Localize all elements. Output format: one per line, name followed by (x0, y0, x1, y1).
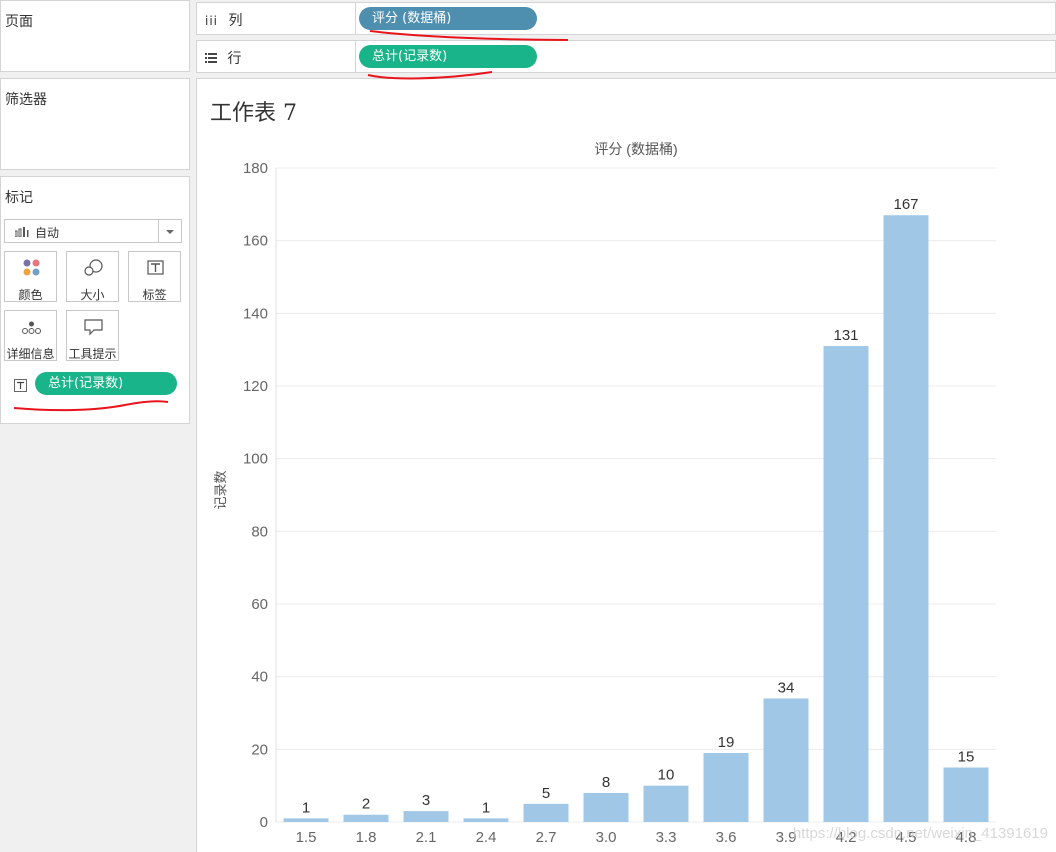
columns-shelf-header: iii 列 (205, 10, 242, 30)
filters-title: 筛选器 (5, 92, 47, 108)
watermark: https://blog.csdn.net/weixin_41391619 (793, 825, 1048, 842)
color-card[interactable]: 颜色 (4, 251, 57, 302)
y-tick-label: 40 (251, 669, 268, 686)
rows-shelf-header: 行 (205, 48, 241, 68)
y-tick-label: 100 (243, 451, 268, 468)
y-tick-label: 180 (243, 160, 268, 177)
columns-shelf[interactable]: iii 列 评分 (数据桶) (196, 2, 1056, 35)
bar (463, 818, 509, 822)
columns-pill[interactable]: 评分 (数据桶) (359, 7, 537, 30)
color-card-label: 颜色 (18, 288, 43, 302)
y-tick-label: 80 (251, 523, 268, 540)
y-tick-label: 120 (243, 378, 268, 395)
bar (523, 803, 569, 822)
bar-value-label: 2 (362, 796, 370, 813)
size-card[interactable]: 大小 (66, 251, 119, 302)
bar (403, 811, 449, 822)
chart-title: 评分 (数据桶) (594, 141, 677, 157)
y-tick-label: 60 (251, 596, 268, 613)
bar-chart-icon (14, 226, 29, 240)
bar-value-label: 167 (893, 196, 918, 213)
detail-card[interactable]: 详细信息 (4, 310, 57, 361)
filters-panel[interactable]: 筛选器 (0, 78, 190, 170)
rows-pill[interactable]: 总计(记录数) (359, 45, 537, 68)
detail-icon (5, 317, 56, 337)
x-tick-label: 2.4 (476, 829, 497, 846)
size-icon (67, 258, 118, 278)
label-card[interactable]: 标签 (128, 251, 181, 302)
bar-value-label: 10 (658, 767, 675, 784)
bar (763, 698, 809, 822)
bar-value-label: 1 (482, 799, 490, 816)
text-mark-icon (14, 377, 27, 396)
bar-value-label: 34 (778, 679, 795, 696)
rows-shelf[interactable]: 行 总计(记录数) (196, 40, 1056, 73)
size-card-label: 大小 (80, 288, 105, 302)
bar (343, 814, 389, 822)
x-tick-label: 1.5 (296, 829, 317, 846)
x-tick-label: 2.1 (416, 829, 437, 846)
label-card-label: 标签 (142, 288, 167, 302)
marks-title: 标记 (5, 190, 33, 206)
sheet-title: 工作表 7 (210, 101, 297, 126)
x-tick-label: 3.6 (716, 829, 737, 846)
bar (643, 785, 689, 822)
marks-label-pill[interactable]: 总计(记录数) (35, 372, 177, 395)
bar-value-label: 3 (422, 792, 430, 809)
columns-label: 列 (228, 13, 243, 29)
pages-title: 页面 (5, 14, 33, 30)
y-tick-label: 160 (243, 233, 268, 250)
bar-value-label: 1 (302, 799, 310, 816)
bar-value-label: 8 (602, 774, 610, 791)
bar-value-label: 15 (958, 749, 975, 766)
bar (823, 346, 869, 822)
bar (583, 792, 629, 822)
bar-value-label: 19 (718, 734, 735, 751)
color-icon (5, 258, 56, 278)
columns-icon: iii (205, 14, 219, 28)
bar-value-label: 5 (542, 785, 550, 802)
bar (943, 767, 989, 822)
y-axis-label: 记录数 (213, 470, 228, 509)
x-tick-label: 1.8 (356, 829, 377, 846)
bar (283, 818, 329, 822)
rows-icon (205, 51, 221, 67)
bar (703, 752, 749, 822)
x-tick-label: 3.0 (596, 829, 617, 846)
rows-label: 行 (227, 51, 242, 67)
y-tick-label: 20 (251, 741, 268, 758)
tooltip-card-label: 工具提示 (68, 347, 117, 361)
y-tick-label: 140 (243, 305, 268, 322)
mark-type-label: 自动 (35, 226, 60, 240)
pages-panel[interactable]: 页面 (0, 0, 190, 72)
x-tick-label: 2.7 (536, 829, 557, 846)
bar (883, 215, 929, 822)
bar-chart: 1 2 3 158 10193413116715 0204060801001201401… (213, 141, 1048, 846)
label-icon (129, 258, 180, 278)
mark-type-dropdown[interactable]: 自动 (4, 219, 182, 243)
tooltip-card[interactable]: 工具提示 (66, 310, 119, 361)
chevron-down-icon[interactable] (158, 220, 181, 242)
tooltip-icon (67, 317, 118, 337)
bar-value-label: 131 (833, 327, 858, 344)
detail-card-label: 详细信息 (6, 347, 55, 361)
y-tick-label: 0 (260, 814, 268, 831)
x-tick-label: 3.3 (656, 829, 677, 846)
